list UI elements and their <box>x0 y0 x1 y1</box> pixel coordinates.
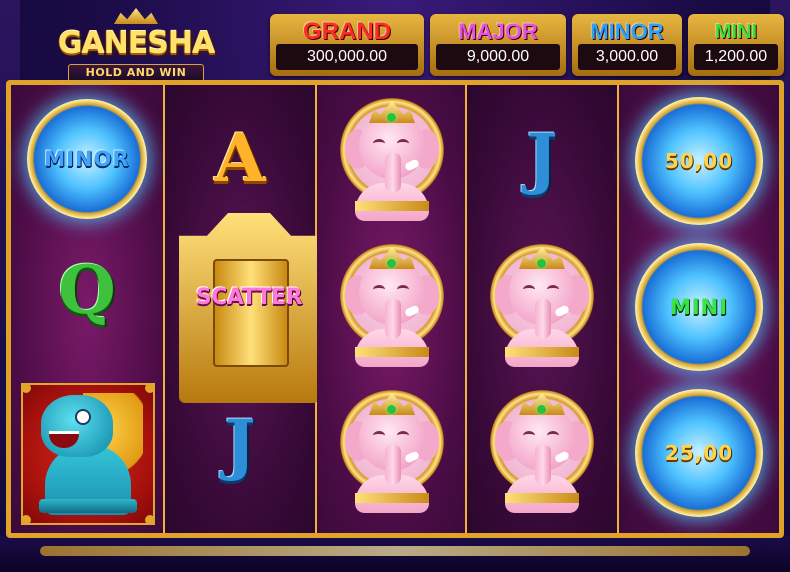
ganesha-icon <box>483 383 601 521</box>
tile-corner <box>145 383 155 393</box>
gem <box>387 405 396 414</box>
eye <box>397 285 409 294</box>
ganesha-icon <box>333 383 451 521</box>
cash-coin-icon: 50,00 <box>635 97 763 225</box>
eye <box>373 431 385 440</box>
sash <box>505 493 579 503</box>
jackpot-mini: MINI 1,200.00 <box>688 14 784 76</box>
trunk <box>385 153 401 193</box>
coin-value: 25,00 <box>664 441 734 465</box>
tile-corner <box>21 383 31 393</box>
card-j-icon: J <box>224 405 256 483</box>
lion-pedestal <box>39 499 137 513</box>
bottom-rail <box>40 546 750 556</box>
cash-coin-icon: 25,00 <box>635 389 763 517</box>
sash <box>505 347 579 357</box>
lion-eye <box>75 409 91 425</box>
coin-value: 50,00 <box>664 149 734 173</box>
ganesha-icon <box>483 237 601 375</box>
game-logo: GANESHA BOOST HOLD AND WIN <box>8 8 264 96</box>
card-j-icon: J <box>526 119 558 197</box>
trunk <box>535 299 551 339</box>
jackpot-minor: MINOR 3,000.00 <box>572 14 682 76</box>
sash <box>355 201 429 211</box>
jackpot-grand: GRAND 300,000.00 <box>270 14 424 76</box>
crown-icon <box>114 8 158 24</box>
sash <box>355 493 429 503</box>
lion-head <box>41 395 113 457</box>
ganesha-icon <box>333 237 451 375</box>
coin-label: MINI <box>669 295 729 319</box>
reel-5: 50,00 MINI 25,00 <box>619 85 779 533</box>
tile-corner <box>145 515 155 525</box>
eye <box>523 431 535 440</box>
gem <box>387 113 396 122</box>
tile-corner <box>21 515 31 525</box>
eye <box>373 285 385 294</box>
scatter-label: SCATTER <box>195 285 303 310</box>
gem <box>537 405 546 414</box>
jackpot-major-value: 9,000.00 <box>436 44 560 70</box>
trunk <box>385 445 401 485</box>
jackpot-mini-value: 1,200.00 <box>694 44 778 70</box>
ganesha-icon <box>333 91 451 229</box>
jackpot-grand-value: 300,000.00 <box>276 44 418 70</box>
eye <box>397 431 409 440</box>
jackpot-major-label: MAJOR <box>458 19 538 44</box>
reel-grid: MINOR Q A SCATTER J J 50,00 MINI 25,00 <box>6 80 784 538</box>
foo-dog-lion-icon <box>21 383 155 525</box>
bottom-strip <box>0 536 790 572</box>
card-q-icon: Q <box>58 251 116 329</box>
trunk <box>535 445 551 485</box>
jackpot-minor-label: MINOR <box>590 19 664 44</box>
jackpot-major: MAJOR 9,000.00 <box>430 14 566 76</box>
jackpot-coin-icon: MINOR <box>27 99 147 219</box>
reel-2: A SCATTER J <box>165 85 319 533</box>
temple-scatter-icon: SCATTER <box>179 213 319 403</box>
sash <box>355 347 429 357</box>
eye <box>523 285 535 294</box>
reel-3 <box>317 85 465 533</box>
eye <box>397 139 409 148</box>
trunk <box>385 299 401 339</box>
eye <box>373 139 385 148</box>
temple-door <box>213 259 289 367</box>
reel-4: J <box>467 85 617 533</box>
jackpot-mini-label: MINI <box>714 21 758 43</box>
eye <box>547 285 559 294</box>
jackpot-grand-label: GRAND <box>303 18 391 45</box>
jackpot-minor-value: 3,000.00 <box>578 44 676 70</box>
coin-label: MINOR <box>44 147 130 171</box>
gem <box>387 259 396 268</box>
jackpot-coin-icon: MINI <box>635 243 763 371</box>
card-a-icon: A <box>214 119 266 197</box>
reel-1: MINOR Q <box>11 85 163 533</box>
gem <box>537 259 546 268</box>
eye <box>547 431 559 440</box>
